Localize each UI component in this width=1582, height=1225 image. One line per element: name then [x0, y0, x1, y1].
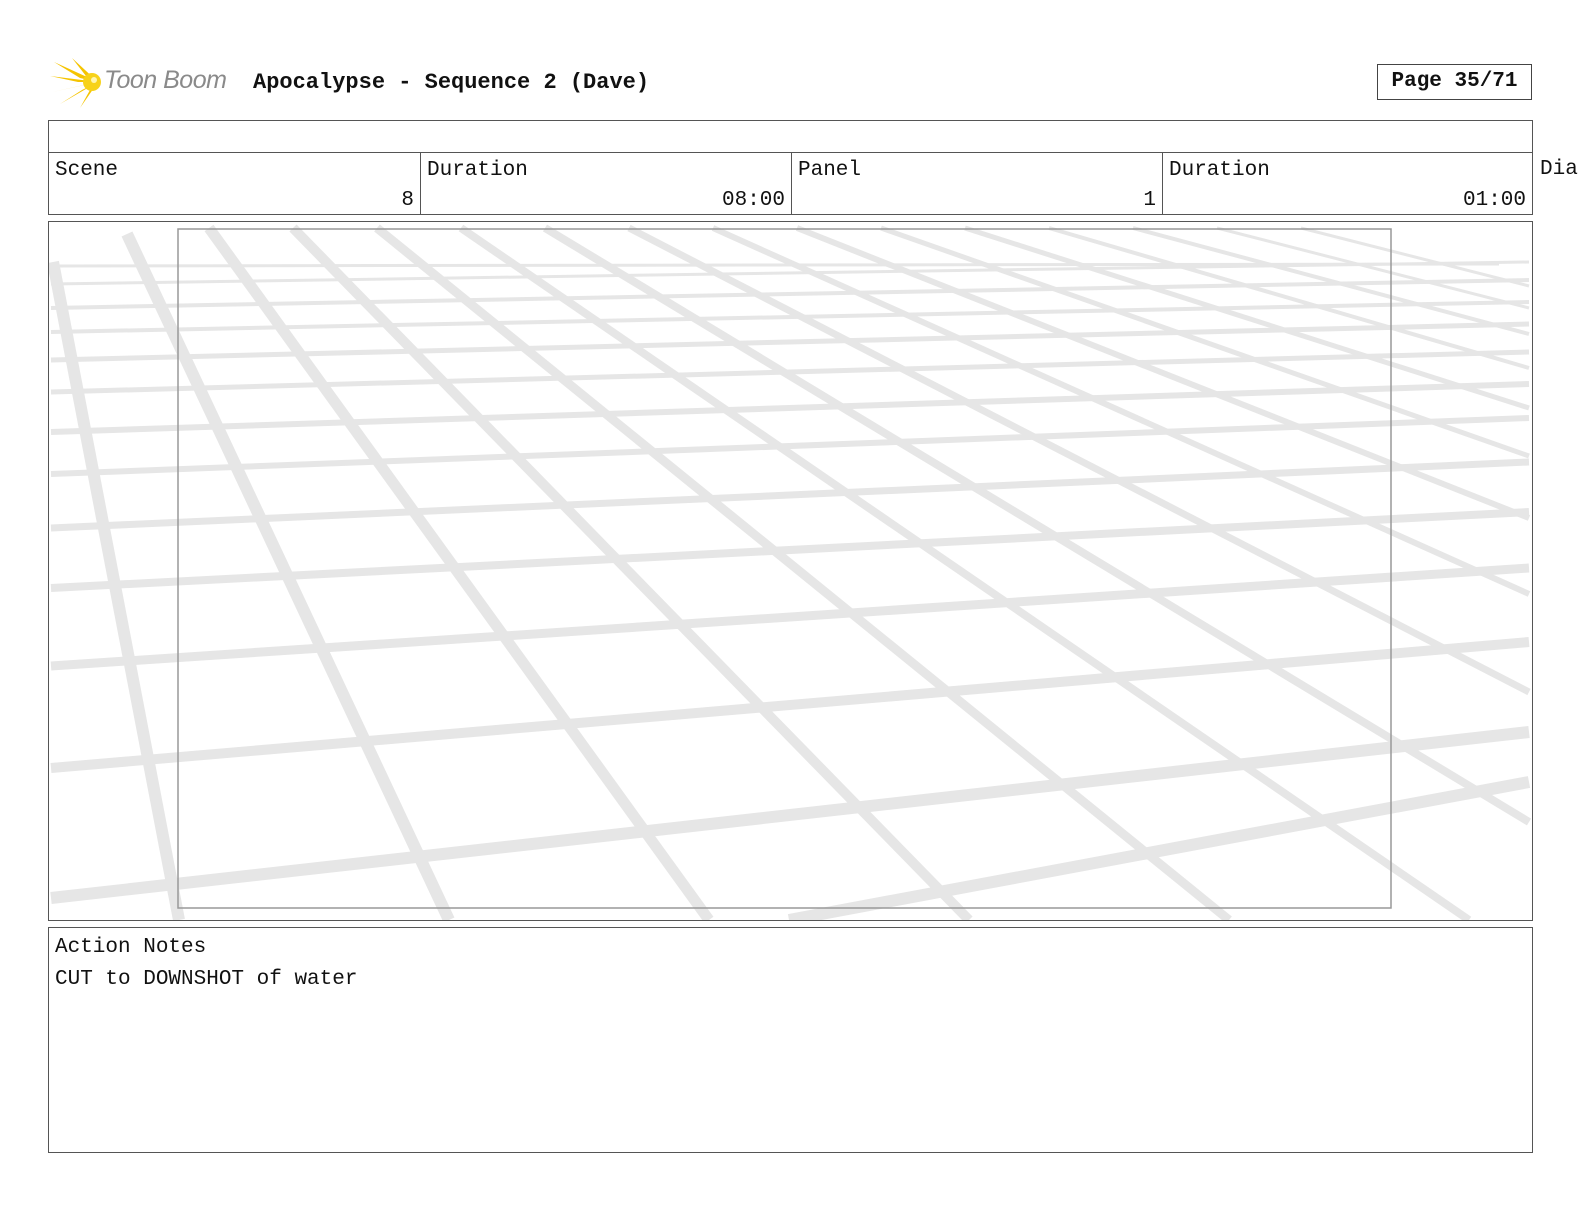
action-notes-box: Action Notes CUT to DOWNSHOT of water — [48, 927, 1533, 1153]
blank-header-row — [48, 120, 1533, 153]
panel-value: 1 — [1143, 189, 1156, 212]
storyboard-panel — [48, 221, 1533, 921]
panel-duration-label: Duration — [1169, 159, 1270, 182]
panel-duration-value: 01:00 — [1462, 189, 1526, 212]
action-notes-text: CUT to DOWNSHOT of water — [55, 968, 358, 991]
scene-info-row: Scene 8 Duration 08:00 Panel 1 Duration … — [48, 152, 1533, 215]
scene-value: 8 — [401, 189, 414, 212]
document-title: Apocalypse - Sequence 2 (Dave) — [253, 70, 650, 95]
scene-label: Scene — [55, 159, 119, 182]
panel-label: Panel — [798, 159, 862, 182]
dialogue-label: Dia — [1540, 158, 1578, 181]
scene-duration-value: 08:00 — [721, 189, 785, 212]
action-notes-label: Action Notes — [55, 936, 207, 959]
scene-duration-cell: Duration 08:00 — [421, 153, 792, 214]
scene-duration-label: Duration — [427, 159, 528, 182]
scene-cell: Scene 8 — [49, 153, 421, 214]
perspective-grid-drawing — [49, 224, 1532, 920]
logo-wordmark: Toon Boom — [104, 66, 227, 94]
panel-duration-cell: Duration 01:00 — [1163, 153, 1532, 214]
page-number-badge: Page 35/71 — [1377, 64, 1532, 100]
panel-cell: Panel 1 — [792, 153, 1163, 214]
